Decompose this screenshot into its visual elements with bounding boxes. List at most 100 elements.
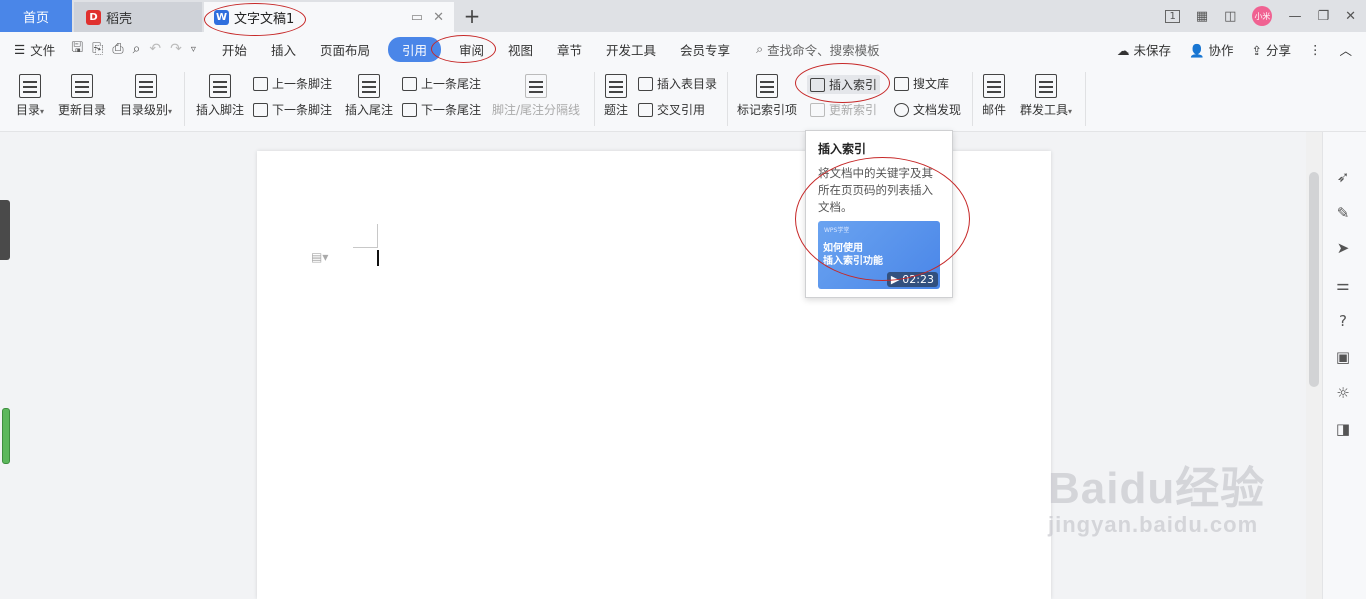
- play-icon: ▶: [890, 273, 900, 286]
- left-handle[interactable]: [0, 200, 10, 260]
- restore-icon[interactable]: ❐: [1317, 9, 1329, 24]
- search-lib-icon: [894, 76, 909, 91]
- video-title-line1: 如何使用: [823, 243, 863, 254]
- menu-references[interactable]: 引用: [387, 36, 441, 62]
- mass-tool-button[interactable]: 群发工具▾: [1017, 74, 1075, 118]
- command-search[interactable]: ⌕ 查找命令、搜索模板: [756, 40, 880, 59]
- skin-icon[interactable]: ◫: [1224, 9, 1236, 24]
- pin-icon[interactable]: ▭: [411, 10, 423, 25]
- save-icon[interactable]: 🖫: [71, 37, 83, 61]
- undo-icon[interactable]: ↶: [149, 41, 161, 57]
- prev-footnote-icon: [253, 76, 268, 91]
- sliders-icon[interactable]: ⚌: [1333, 275, 1353, 295]
- toc-level-icon: [135, 74, 157, 98]
- collab-button[interactable]: 👤 协作: [1189, 40, 1234, 59]
- ribbon-separator: [727, 72, 728, 126]
- prev-endnote-button[interactable]: 上一条尾注: [402, 75, 481, 92]
- help-icon[interactable]: ?: [1333, 311, 1353, 331]
- toc-level-button[interactable]: 目录级别▾: [117, 74, 175, 118]
- page-indicator[interactable]: 1: [1165, 9, 1180, 23]
- menu-bar: ☰ 文件 🖫 ⎘ ⎙ ⌕ ↶ ↷ ▿ 开始 插入 页面布局 引用 审阅 视图 章…: [0, 32, 1366, 66]
- toc-button[interactable]: 目录▾: [12, 74, 48, 118]
- insert-endnote-button[interactable]: 插入尾注: [344, 74, 394, 118]
- tab-document-label: 文字文稿1: [234, 11, 295, 27]
- tab-document[interactable]: W 文字文稿1 ▭ ✕: [204, 2, 454, 32]
- insert-index-button[interactable]: 插入索引: [807, 75, 881, 94]
- cross-ref-button[interactable]: 交叉引用: [638, 101, 705, 118]
- scrollbar-thumb[interactable]: [1309, 172, 1319, 387]
- file-menu[interactable]: ☰ 文件: [14, 40, 55, 59]
- menu-view[interactable]: 视图: [508, 40, 533, 59]
- redo-icon[interactable]: ↷: [170, 41, 182, 57]
- mass-tool-icon: [1035, 74, 1057, 98]
- mass-tool-label: 群发工具: [1019, 103, 1068, 117]
- menu-section[interactable]: 章节: [557, 40, 582, 59]
- mark-index-button[interactable]: 标记索引项: [736, 74, 798, 118]
- menu-tabs: 开始 插入 页面布局 引用 审阅 视图 章节 开发工具 会员专享: [210, 36, 742, 62]
- insert-footnote-button[interactable]: 插入脚注: [195, 74, 245, 118]
- search-lib-label: 搜文库: [913, 77, 950, 91]
- menu-start[interactable]: 开始: [222, 40, 247, 59]
- caption-icon: [605, 74, 627, 98]
- menu-insert[interactable]: 插入: [271, 40, 296, 59]
- pen-icon[interactable]: ✎: [1333, 203, 1353, 223]
- video-brand: WPS学堂: [824, 227, 850, 234]
- caption-button[interactable]: 题注: [603, 74, 629, 118]
- insert-table-toc-button[interactable]: 插入表目录: [638, 75, 717, 92]
- separator-button[interactable]: 脚注/尾注分隔线: [491, 74, 581, 118]
- book-icon[interactable]: ◨: [1333, 419, 1353, 439]
- watermark-brand: Baidu经验: [1048, 464, 1266, 513]
- next-footnote-label: 下一条脚注: [272, 103, 333, 117]
- close-icon[interactable]: ✕: [433, 10, 444, 25]
- print-icon[interactable]: ⎙: [112, 41, 123, 57]
- ribbon-separator: [594, 72, 595, 126]
- avatar[interactable]: 小米: [1252, 6, 1273, 26]
- share-button[interactable]: ⇪ 分享: [1252, 40, 1291, 59]
- watermark-url: jingyan.baidu.com: [1048, 512, 1259, 537]
- unsaved-button[interactable]: ☁ 未保存: [1117, 40, 1171, 59]
- crop-mark: [353, 247, 377, 248]
- table-toc-icon: [638, 76, 653, 91]
- window-close-icon[interactable]: ✕: [1345, 9, 1356, 24]
- quick-more-icon[interactable]: ▿: [191, 44, 196, 55]
- rocket-icon[interactable]: ➶: [1333, 167, 1353, 187]
- cross-ref-icon: [638, 102, 653, 117]
- preview-icon[interactable]: ⌕: [133, 41, 141, 57]
- prev-footnote-button[interactable]: 上一条脚注: [253, 75, 332, 92]
- paragraph-layout-icon[interactable]: ▤▾: [311, 250, 328, 264]
- menu-review[interactable]: 审阅: [459, 40, 484, 59]
- lightbulb-icon[interactable]: ☼: [1333, 383, 1353, 403]
- tab-daoke[interactable]: D 稻壳: [74, 2, 202, 32]
- mail-button[interactable]: 邮件: [981, 74, 1007, 118]
- new-tab-button[interactable]: +: [460, 4, 484, 28]
- gallery-icon[interactable]: ▣: [1333, 347, 1353, 367]
- doc-discover-button[interactable]: 文档发现: [894, 101, 961, 118]
- menu-member[interactable]: 会员专享: [680, 40, 730, 59]
- toc-icon: [19, 74, 41, 98]
- next-footnote-button[interactable]: 下一条脚注: [253, 101, 332, 118]
- minimize-icon[interactable]: —: [1288, 9, 1301, 24]
- grid-icon[interactable]: ▦: [1196, 9, 1208, 24]
- daoke-icon: D: [86, 9, 101, 25]
- collapse-icon[interactable]: ︿: [1339, 40, 1352, 59]
- menu-page-layout[interactable]: 页面布局: [320, 40, 370, 59]
- left-green-handle[interactable]: [2, 408, 10, 464]
- insert-endnote-label: 插入尾注: [344, 103, 393, 117]
- update-toc-button[interactable]: 更新目录: [58, 74, 106, 118]
- tutorial-video[interactable]: WPS学堂 如何使用 插入索引功能 ▶ 02:23: [818, 221, 940, 289]
- cursor-icon[interactable]: ➤: [1333, 238, 1353, 258]
- endnote-icon: [358, 74, 380, 98]
- video-duration: ▶ 02:23: [886, 272, 938, 287]
- video-title: 如何使用 插入索引功能: [823, 242, 883, 268]
- next-endnote-button[interactable]: 下一条尾注: [402, 101, 481, 118]
- collab-label: 协作: [1208, 42, 1234, 58]
- prev-endnote-icon: [402, 76, 417, 91]
- more-icon[interactable]: ⋮: [1309, 42, 1322, 57]
- crop-mark: [377, 224, 378, 248]
- menu-developer[interactable]: 开发工具: [606, 40, 656, 59]
- export-icon[interactable]: ⎘: [92, 41, 103, 57]
- footnote-icon: [209, 74, 231, 98]
- search-lib-button[interactable]: 搜文库: [894, 75, 949, 92]
- update-index-button[interactable]: 更新索引: [810, 101, 877, 118]
- tab-home[interactable]: 首页: [0, 0, 72, 32]
